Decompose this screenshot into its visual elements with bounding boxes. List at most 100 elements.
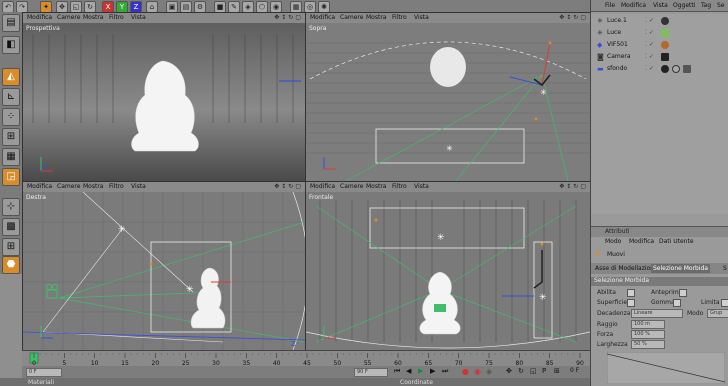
attr-row-larghezza: Larghezza 50 %: [591, 340, 728, 349]
play-icon[interactable]: ▶: [418, 367, 423, 375]
menu-filtro[interactable]: Filtro: [392, 14, 407, 21]
menu-vista[interactable]: Vista: [131, 183, 146, 190]
menu-vista[interactable]: Vista: [414, 14, 429, 21]
menu-camere[interactable]: Camere: [340, 14, 363, 21]
tag-icon[interactable]: [661, 29, 669, 37]
make-editable-icon[interactable]: ▤: [2, 14, 20, 32]
visibility-dots[interactable]: ⁚ ✓: [645, 52, 654, 62]
material-tag-icon[interactable]: [671, 65, 680, 73]
polygons-mode-icon[interactable]: ▦: [2, 148, 20, 166]
texture-axis-icon[interactable]: ◲: [2, 168, 20, 186]
menu-modifica[interactable]: Modifica: [27, 183, 52, 190]
auto-key-icon[interactable]: ◉: [474, 367, 481, 376]
menu-modifica[interactable]: Modifica: [310, 183, 335, 190]
snap-icon[interactable]: ⊹: [2, 198, 20, 216]
visibility-dots[interactable]: ⁚ ✓: [645, 40, 654, 50]
prev-frame-icon[interactable]: ◀: [406, 367, 411, 375]
viewport-perspective[interactable]: Modifica Camere Mostra Filtro Vista ✥↕↻▢: [22, 12, 306, 182]
tab-selezione-morbida[interactable]: Selezione Morbida: [651, 264, 711, 273]
menu-modifica[interactable]: Modifica: [27, 14, 52, 21]
viewport-right[interactable]: Modifica Camere Mostra Filtro Vista ✥↕↻▢: [22, 181, 306, 351]
menu-oggetti[interactable]: Oggetti: [673, 2, 695, 9]
superficie-checkbox[interactable]: [627, 299, 635, 307]
last-frame-icon[interactable]: ⏭: [442, 367, 448, 376]
sculpt-icon[interactable]: ⬣: [2, 256, 20, 274]
menu-camere[interactable]: Camere: [57, 183, 80, 190]
viewport-front[interactable]: Modifica Camere Mostra Filtro Vista ✥↕↻▢: [305, 181, 591, 351]
menu-camere[interactable]: Camere: [57, 14, 80, 21]
tag-icon[interactable]: [661, 53, 669, 61]
tag-icon[interactable]: [661, 17, 669, 25]
modo-dropdown[interactable]: Grup: [707, 309, 728, 318]
texture-mode-icon[interactable]: ◧: [2, 36, 20, 54]
tab-s[interactable]: S: [721, 264, 728, 273]
abilita-checkbox[interactable]: [627, 289, 635, 297]
timeline-ruler[interactable]: 0 5 10 15 20 25 30 35 40 45 50 55 60 65 70 75 80 85 90: [22, 350, 590, 367]
scale-key-icon[interactable]: ◱: [530, 367, 537, 375]
object-row[interactable]: ◙ Camera ⁚ ✓: [595, 52, 725, 62]
object-row[interactable]: ▬ sfondo ⁚ ✓: [595, 64, 725, 74]
visibility-dots[interactable]: ⁚ ✓: [645, 28, 654, 38]
larghezza-field[interactable]: 50 %: [631, 340, 665, 349]
coordinates-tab[interactable]: Coordinate: [400, 379, 433, 386]
menu-modifica-attr[interactable]: Modifica: [629, 238, 654, 245]
edges-mode-icon[interactable]: ⊞: [2, 128, 20, 146]
tab-asse-di-modellazione[interactable]: Asse di Modellazione: [593, 264, 660, 273]
viewport-nav-icons[interactable]: ✥↕↻▢: [274, 14, 303, 21]
object-axis-icon[interactable]: ⊾: [2, 88, 20, 106]
model-mode-icon[interactable]: ◭: [2, 68, 20, 86]
visibility-dots[interactable]: ⁚ ✓: [645, 16, 654, 26]
anteprima-checkbox[interactable]: [679, 289, 687, 297]
menu-filtro[interactable]: Filtro: [109, 183, 124, 190]
menu-vista[interactable]: Vista: [131, 14, 146, 21]
param-key-icon[interactable]: P: [542, 367, 546, 375]
menu-modo[interactable]: Modo: [605, 238, 621, 245]
decadenza-dropdown[interactable]: Lineare: [631, 309, 683, 318]
materials-tab[interactable]: Materiali: [28, 379, 54, 386]
menu-camere[interactable]: Camere: [340, 183, 363, 190]
first-frame-icon[interactable]: ⏮: [394, 367, 400, 376]
start-frame-field[interactable]: 0 F: [26, 368, 62, 377]
object-row[interactable]: ✳ Luce.1 ⁚ ✓: [595, 16, 725, 26]
grid-key-icon[interactable]: ⊞: [554, 367, 560, 375]
workplane-icon[interactable]: ▩: [2, 218, 20, 236]
menu-mostra[interactable]: Mostra: [366, 183, 386, 190]
end-frame-field[interactable]: 90 F: [354, 368, 388, 377]
material-tag-icon[interactable]: [661, 65, 669, 73]
object-name: VIF501: [607, 41, 628, 48]
texture-tag-icon[interactable]: [682, 65, 691, 73]
raggio-field[interactable]: 100 m: [631, 320, 665, 329]
rotate-key-icon[interactable]: ↻: [518, 367, 524, 375]
keyframe-icon[interactable]: ◈: [486, 367, 492, 376]
menu-tag[interactable]: Tag: [701, 2, 711, 9]
menu-se[interactable]: Se: [717, 2, 725, 9]
object-row[interactable]: ◆ VIF501 ⁚ ✓: [595, 40, 725, 50]
viewport-nav-icons[interactable]: ✥↕↻▢: [559, 14, 588, 21]
menu-dati-utente[interactable]: Dati Utente: [659, 238, 694, 245]
grid-icon[interactable]: ⊞: [2, 238, 20, 256]
menu-mostra[interactable]: Mostra: [366, 14, 386, 21]
viewport-nav-icons[interactable]: ✥↕↻▢: [559, 183, 588, 190]
menu-vista[interactable]: Vista: [414, 183, 429, 190]
viewport-top[interactable]: Modifica Camere Mostra Filtro Vista ✥↕↻▢: [305, 12, 591, 182]
next-frame-icon[interactable]: ▶: [430, 367, 435, 375]
object-row[interactable]: ✳ Luce ⁚ ✓: [595, 28, 725, 38]
menu-vista-right[interactable]: Vista: [653, 2, 668, 9]
move-key-icon[interactable]: ✥: [506, 367, 512, 375]
visibility-dots[interactable]: ⁚ ✓: [645, 64, 654, 74]
menu-modifica[interactable]: Modifica: [310, 14, 335, 21]
menu-mostra[interactable]: Mostra: [83, 14, 103, 21]
forza-field[interactable]: 100 %: [631, 330, 665, 339]
menu-filtro[interactable]: Filtro: [392, 183, 407, 190]
tag-icon[interactable]: [661, 41, 669, 49]
record-icon[interactable]: ●: [462, 367, 469, 376]
menu-modifica-right[interactable]: Modifica: [621, 2, 646, 9]
points-mode-icon[interactable]: ⁘: [2, 108, 20, 126]
menu-filtro[interactable]: Filtro: [109, 14, 124, 21]
menu-mostra[interactable]: Mostra: [83, 183, 103, 190]
menu-file[interactable]: File: [605, 2, 615, 9]
limita-checkbox[interactable]: [721, 299, 728, 307]
falloff-curve-graph[interactable]: [607, 352, 725, 384]
gomma-checkbox[interactable]: [673, 299, 681, 307]
viewport-nav-icons[interactable]: ✥↕↻▢: [274, 183, 303, 190]
